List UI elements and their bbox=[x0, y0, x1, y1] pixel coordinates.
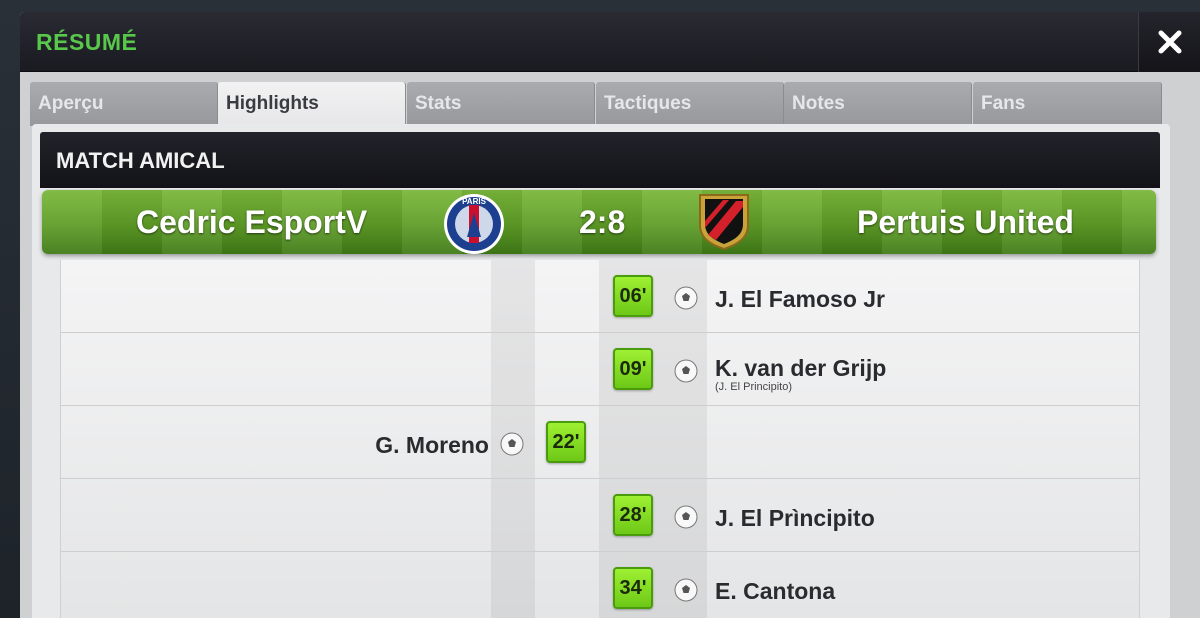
assist-player: (J. El Principito) bbox=[715, 381, 793, 393]
goal-scorer: J. El Famoso Jr bbox=[715, 286, 886, 312]
goal-minute: 22' bbox=[546, 421, 586, 463]
scoreboard: Cedric EsportV PARIS 2:8 Pertuis United bbox=[42, 190, 1156, 254]
match-score: 2:8 bbox=[579, 204, 626, 240]
goal-minute: 34' bbox=[613, 567, 653, 609]
goal-event-row: 06' J. El Famoso Jr bbox=[61, 260, 1139, 333]
modal-title: RÉSUMÉ bbox=[36, 29, 138, 55]
goal-scorer: E. Cantona bbox=[715, 578, 836, 604]
match-type-bar: MATCH AMICAL bbox=[40, 132, 1160, 188]
goal-event-row: 28' J. El Prìncipito bbox=[61, 479, 1139, 552]
football-icon bbox=[674, 578, 698, 602]
goal-minute: 06' bbox=[613, 275, 653, 317]
modal-header: RÉSUMÉ bbox=[20, 12, 1200, 72]
goal-event-row: 34' E. Cantona bbox=[61, 552, 1139, 618]
home-team-name: Cedric EsportV bbox=[136, 204, 368, 240]
tab-fans[interactable]: Fans bbox=[973, 82, 1162, 126]
goal-events-list: 06' J. El Famoso Jr 09' K. van der Grijp… bbox=[60, 260, 1140, 618]
away-team-shield-icon bbox=[699, 194, 749, 251]
home-team-logo-icon: PARIS bbox=[444, 194, 504, 254]
football-icon bbox=[500, 432, 524, 456]
goal-minute: 28' bbox=[613, 494, 653, 536]
match-summary-modal: RÉSUMÉ Aperçu Highlights Stats Tactiques… bbox=[20, 12, 1200, 618]
goal-event-row: G. Moreno 22' bbox=[61, 406, 1139, 479]
football-icon bbox=[674, 505, 698, 529]
goal-scorer: K. van der Grijp bbox=[715, 355, 887, 381]
tab-apercu[interactable]: Aperçu bbox=[30, 82, 218, 126]
match-type: MATCH AMICAL bbox=[56, 148, 225, 173]
close-icon bbox=[1158, 30, 1181, 54]
football-icon bbox=[674, 286, 698, 310]
highlights-panel: MATCH AMICAL Cedric EsportV PARIS 2:8 Pe… bbox=[32, 124, 1170, 618]
tab-tactiques[interactable]: Tactiques bbox=[596, 82, 784, 126]
goal-scorer: J. El Prìncipito bbox=[715, 505, 875, 531]
goal-event-row: 09' K. van der Grijp (J. El Principito) bbox=[61, 333, 1139, 406]
tab-bar: Aperçu Highlights Stats Tactiques Notes … bbox=[30, 82, 1162, 128]
tab-highlights[interactable]: Highlights bbox=[218, 82, 406, 128]
close-button[interactable] bbox=[1138, 12, 1200, 72]
goal-minute: 09' bbox=[613, 348, 653, 390]
tab-notes[interactable]: Notes bbox=[784, 82, 972, 126]
tab-stats[interactable]: Stats bbox=[407, 82, 595, 126]
football-icon bbox=[674, 359, 698, 383]
away-team-name: Pertuis United bbox=[857, 204, 1074, 240]
goal-scorer: G. Moreno bbox=[375, 432, 489, 458]
home-logo-text: PARIS bbox=[462, 197, 487, 206]
